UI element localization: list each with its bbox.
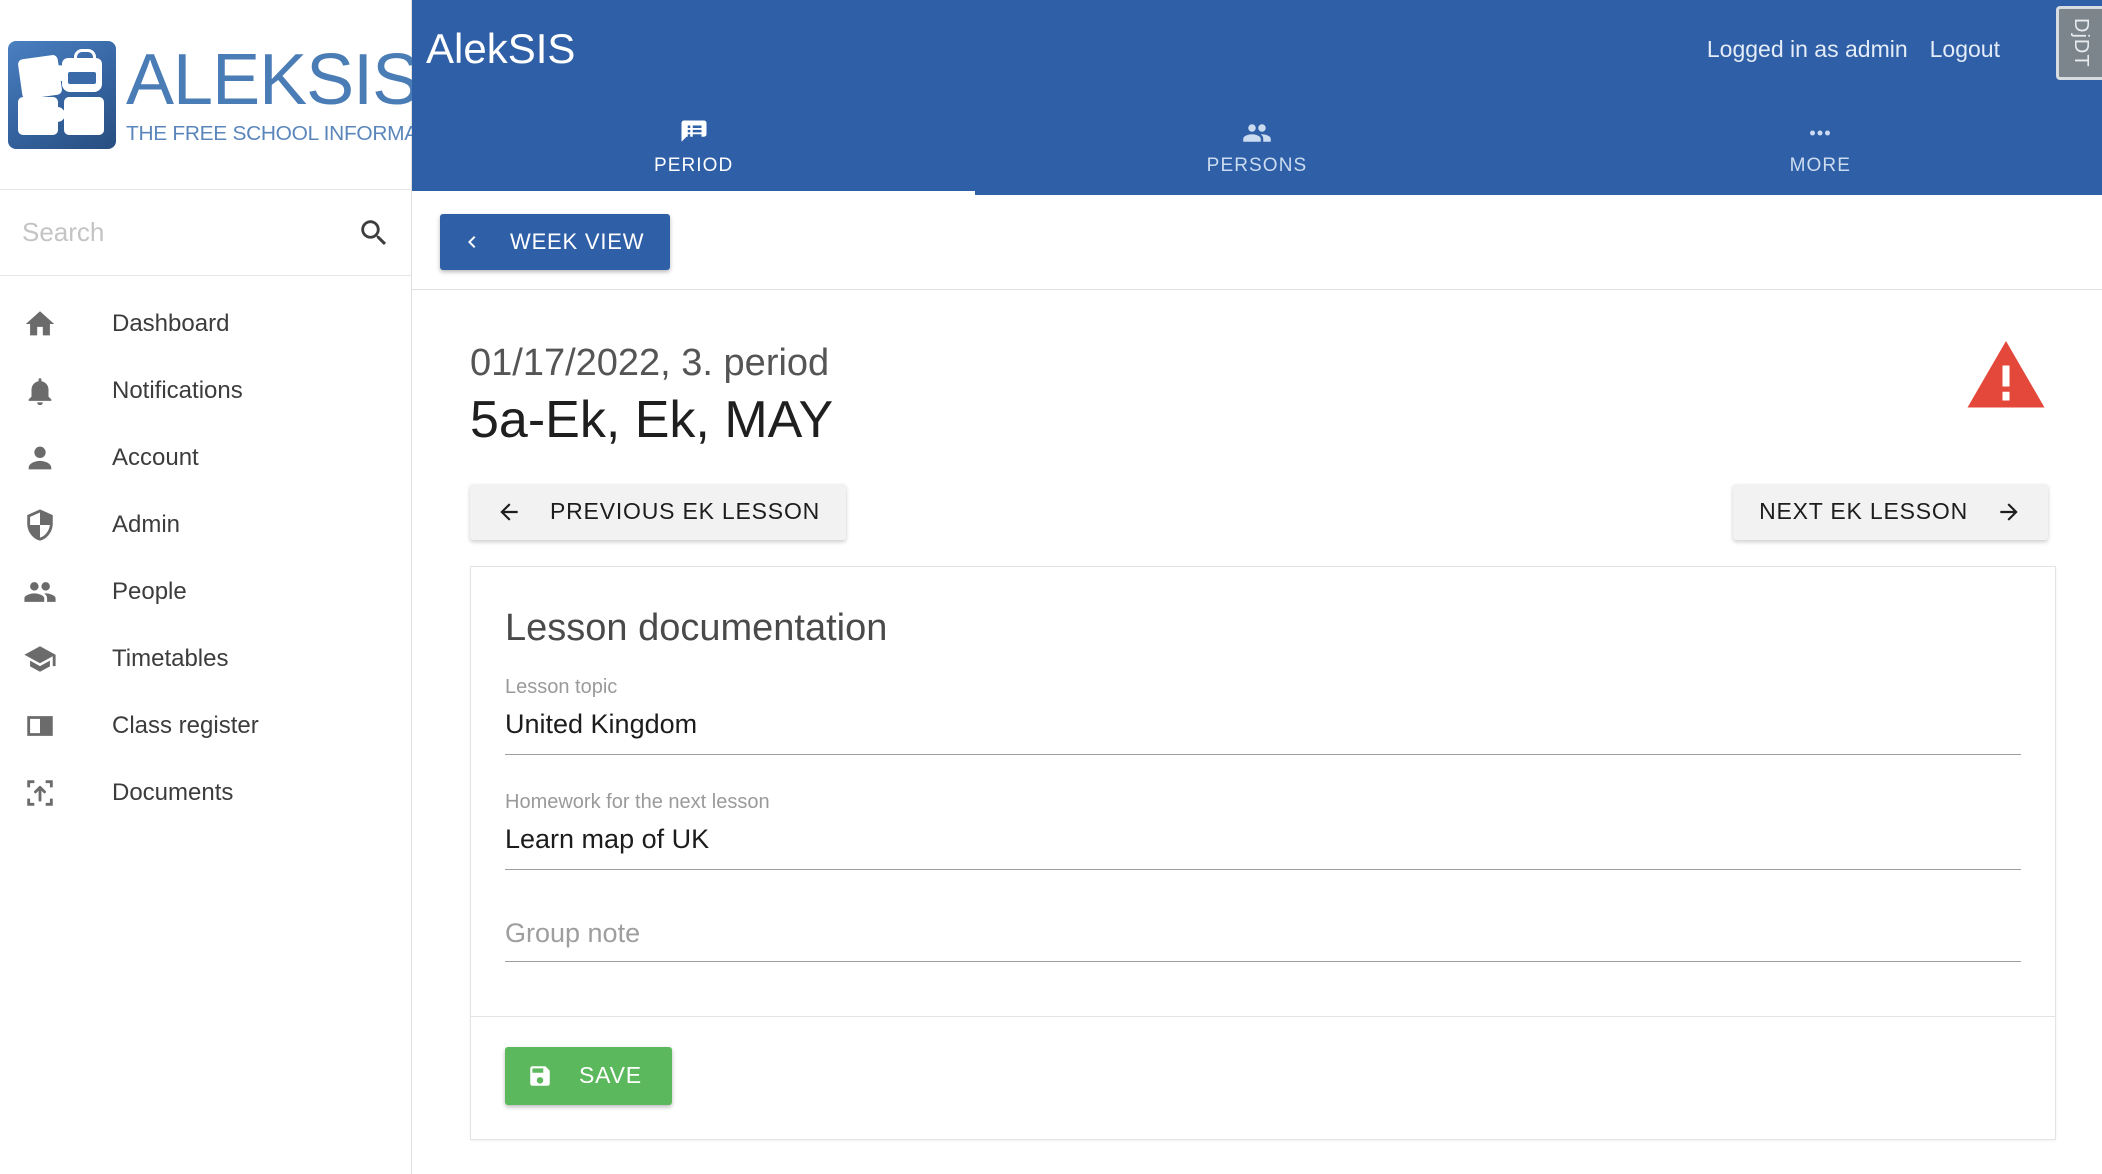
card-body: Lesson documentation Lesson topic Homewo… [471, 567, 2055, 962]
search-input[interactable] [22, 217, 357, 248]
next-lesson-button[interactable]: NEXT EK LESSON [1733, 483, 2048, 540]
ellipsis-icon [1805, 117, 1835, 149]
lesson-documentation-card: Lesson documentation Lesson topic Homewo… [470, 565, 2056, 1140]
puzzle-piece-icon [18, 96, 65, 135]
sidebar-item-label: Documents [112, 778, 234, 806]
warning-triangle-icon[interactable] [1964, 334, 2048, 418]
header-tabs: PERIOD PERSONS MORE [412, 98, 2102, 195]
sidebar-item-timetables[interactable]: Timetables [0, 625, 411, 692]
list-message-icon [679, 117, 709, 149]
people-icon [1242, 117, 1272, 149]
tab-more[interactable]: MORE [1539, 98, 2102, 195]
sidebar-item-label: Notifications [112, 376, 243, 404]
lesson-topic-field: Lesson topic [505, 676, 2021, 755]
page-subtitle: 01/17/2022, 3. period [470, 342, 830, 384]
next-lesson-label: NEXT EK LESSON [1759, 498, 1968, 525]
bell-icon [18, 369, 62, 413]
sidebar-item-class-register[interactable]: Class register [0, 692, 411, 759]
person-icon [18, 436, 62, 480]
tab-persons[interactable]: PERSONS [975, 98, 1538, 195]
lesson-topic-input[interactable] [505, 708, 2021, 755]
app-title: AlekSIS [426, 25, 576, 72]
sidebar-item-label: Account [112, 443, 199, 471]
week-view-label: WEEK VIEW [510, 229, 645, 254]
people-icon [18, 570, 62, 614]
django-debug-toolbar-handle[interactable]: DjDT [2056, 6, 2102, 80]
puzzle-piece-icon [17, 53, 63, 100]
page-title-block: 01/17/2022, 3. period 5a-Ek, Ek, MAY [440, 290, 2064, 450]
schoolbag-icon [62, 48, 102, 92]
graduation-cap-icon [18, 637, 62, 681]
header-account-area: Logged in as admin Logout [1707, 36, 2062, 63]
home-icon [18, 302, 62, 346]
main-area: AlekSIS Logged in as admin Logout PERIOD [412, 0, 2102, 1174]
lesson-topic-label: Lesson topic [505, 675, 618, 698]
save-label: SAVE [579, 1062, 642, 1089]
app-root: ALEKSIS THE FREE SCHOOL INFORMATION SYST… [0, 0, 2102, 1174]
header-top-row: AlekSIS Logged in as admin Logout [412, 0, 2102, 98]
sidebar-item-dashboard[interactable]: Dashboard [0, 290, 411, 357]
chevron-left-icon [460, 230, 484, 254]
card-footer: SAVE [471, 1015, 2055, 1139]
search-icon[interactable] [357, 216, 391, 250]
previous-lesson-label: PREVIOUS EK LESSON [550, 498, 821, 525]
sidebar-item-documents[interactable]: Documents [0, 759, 411, 826]
sidebar-item-account[interactable]: Account [0, 424, 411, 491]
card-heading: Lesson documentation [505, 606, 888, 649]
sidebar-item-label: Admin [112, 510, 181, 538]
previous-lesson-button[interactable]: PREVIOUS EK LESSON [470, 483, 847, 540]
sidebar-item-admin[interactable]: Admin [0, 491, 411, 558]
sidebar-item-label: People [112, 577, 187, 605]
sidebar-item-people[interactable]: People [0, 558, 411, 625]
tab-period[interactable]: PERIOD [412, 98, 976, 195]
upload-box-icon [18, 771, 62, 815]
homework-label: Homework for the next lesson [505, 790, 770, 813]
week-view-button[interactable]: WEEK VIEW [440, 214, 671, 270]
save-floppy-icon [527, 1063, 553, 1089]
group-note-input[interactable] [505, 917, 2021, 962]
page-content: 01/17/2022, 3. period 5a-Ek, Ek, MAY PRE… [412, 290, 2102, 1140]
app-logo[interactable]: ALEKSIS THE FREE SCHOOL INFORMATION SYST… [0, 0, 555, 190]
tab-label: PERSONS [1206, 154, 1308, 176]
shield-icon [18, 503, 62, 547]
sidebar-item-label: Timetables [112, 644, 229, 672]
sidebar-item-notifications[interactable]: Notifications [0, 357, 411, 424]
book-icon [18, 704, 62, 748]
sidebar: ALEKSIS THE FREE SCHOOL INFORMATION SYST… [0, 0, 555, 1174]
homework-field: Homework for the next lesson [505, 791, 2021, 870]
logout-link[interactable]: Logout [1930, 36, 2000, 63]
tab-label: MORE [1789, 154, 1852, 176]
sidebar-nav: Dashboard Notifications Account Admin Pe… [0, 276, 411, 826]
homework-input[interactable] [505, 823, 2021, 870]
sidebar-item-label: Class register [112, 711, 259, 739]
puzzle-piece-icon [64, 96, 104, 135]
group-note-field [505, 917, 2021, 962]
page-title: 5a-Ek, Ek, MAY [470, 390, 834, 449]
logged-in-label: Logged in as admin [1706, 35, 1908, 62]
app-header: AlekSIS Logged in as admin Logout PERIOD [412, 0, 2102, 195]
save-button[interactable]: SAVE [505, 1046, 672, 1105]
tab-label: PERIOD [653, 154, 734, 176]
search-bar[interactable] [0, 190, 411, 276]
lesson-navigation: PREVIOUS EK LESSON NEXT EK LESSON [440, 450, 2064, 540]
sidebar-item-label: Dashboard [112, 309, 230, 337]
aleksis-logo-mark [8, 40, 116, 149]
secondary-toolbar: WEEK VIEW [412, 195, 2102, 290]
arrow-right-icon [1996, 499, 2022, 525]
arrow-left-icon [496, 499, 522, 525]
